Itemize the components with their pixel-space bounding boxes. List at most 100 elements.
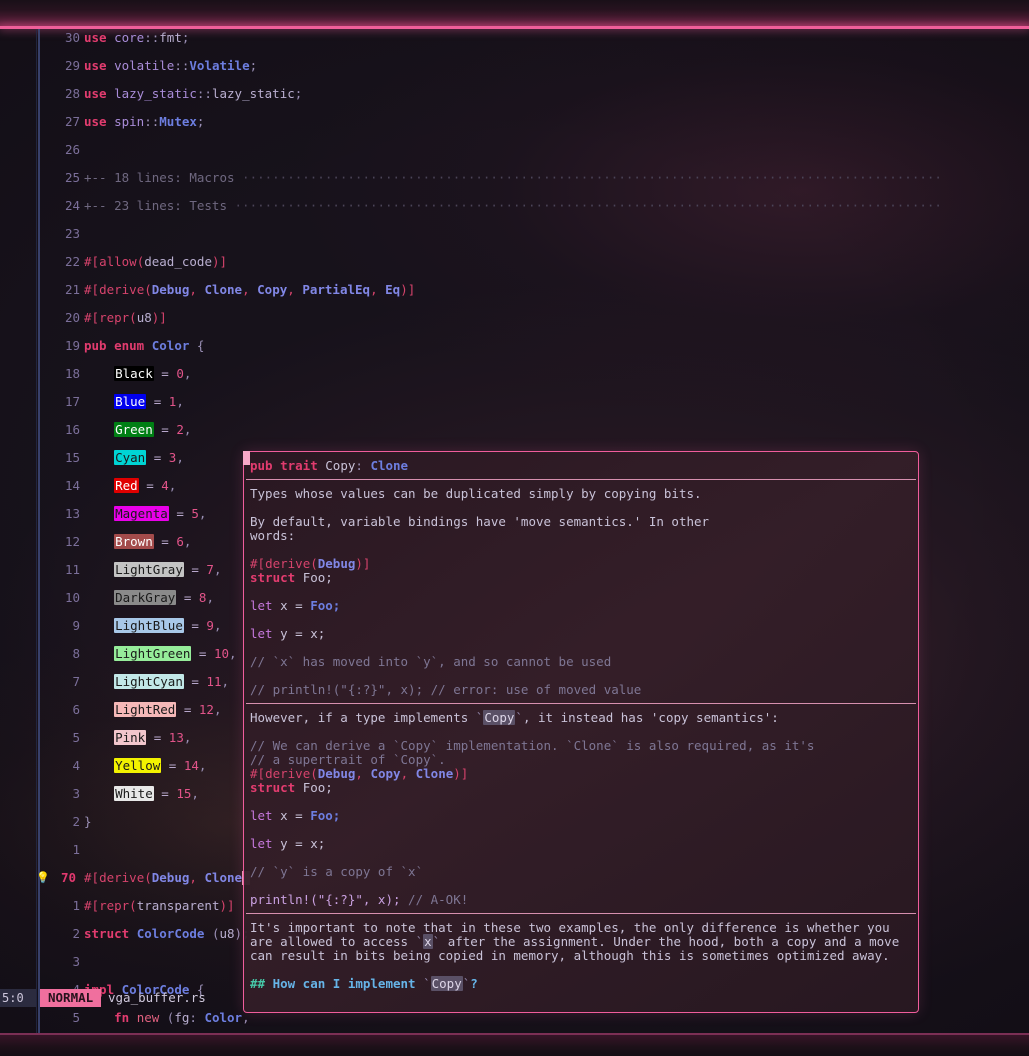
line-content: +-- 23 lines: Tests ····················…	[84, 198, 942, 213]
line-number: 1	[72, 842, 80, 857]
line-number: 11	[64, 562, 80, 577]
line-number: 19	[64, 338, 80, 353]
code-line: 24 +-- 23 lines: Tests ··················…	[0, 199, 1029, 213]
code-line: 20 #[repr(u8)]	[0, 311, 1029, 325]
doc-code-line: #[derive(Debug, Copy, Clone)]	[250, 766, 469, 781]
color-swatch: LightBlue	[114, 618, 184, 633]
line-number: 7	[72, 674, 80, 689]
window-top-fade	[0, 0, 1029, 26]
line-content: LightGray = 7,	[114, 562, 222, 577]
color-swatch: Blue	[114, 394, 147, 409]
line-number: 15	[64, 450, 80, 465]
doc-text-line: words:	[250, 528, 296, 543]
line-content: Cyan = 3,	[114, 450, 184, 465]
line-number: 27	[64, 114, 80, 129]
doc-code-line: // println!("{:?}", x); // error: use of…	[250, 682, 642, 697]
doc-code-line: // `y` is a copy of `x`	[250, 864, 424, 879]
lsp-hover-popup[interactable]: pub trait Copy: Clone Types whose values …	[243, 451, 919, 1013]
code-line: 19 pub enum Color {	[0, 339, 1029, 353]
doc-text-line: Types whose values can be duplicated sim…	[250, 486, 702, 501]
doc-code-line: println!("{:?}", x); // A-OK!	[250, 892, 469, 907]
doc-separator	[244, 697, 918, 711]
line-content: #[allow(dead_code)]	[84, 254, 228, 269]
line-content: #[derive(Debug, Clone,	[84, 870, 250, 885]
line-content: struct ColorCode (u8);	[84, 926, 250, 941]
color-swatch: Green	[114, 422, 154, 437]
color-swatch: LightCyan	[114, 674, 184, 689]
text-cursor	[243, 451, 250, 465]
code-line: 22 #[allow(dead_code)]	[0, 255, 1029, 269]
doc-text-line	[244, 963, 918, 977]
doc-separator	[244, 907, 918, 921]
line-number: 3	[72, 786, 80, 801]
line-number: 29	[64, 58, 80, 73]
line-number: 22	[64, 254, 80, 269]
line-content: use lazy_static::lazy_static;	[84, 86, 303, 101]
line-number: 24	[64, 198, 80, 213]
filename-label: vga_buffer.rs	[108, 990, 206, 1005]
line-number: 14	[64, 478, 80, 493]
code-line: 23	[0, 227, 1029, 241]
color-swatch: Cyan	[114, 450, 147, 465]
code-line: 16 Green = 2,	[0, 422, 1029, 437]
code-line: 29 use volatile::Volatile;	[0, 59, 1029, 73]
line-number: 26	[64, 142, 80, 157]
doc-code-line: let x = Foo;	[250, 598, 341, 613]
doc-text-line	[244, 613, 918, 627]
line-number: 18	[64, 366, 80, 381]
doc-code-line: // a supertrait of `Copy`.	[250, 752, 446, 767]
code-line: 26	[0, 143, 1029, 157]
doc-text-line	[244, 669, 918, 683]
line-content: Yellow = 14,	[114, 758, 207, 773]
window-bottom-fade	[0, 1035, 1029, 1056]
code-line: 21 #[derive(Debug, Clone, Copy, PartialEq…	[0, 283, 1029, 297]
statusline: 5:0 NORMAL vga_buffer.rs	[0, 989, 1029, 1007]
line-content: Red = 4,	[114, 478, 177, 493]
doc-text-line: However, if a type implements `Copy`, it…	[250, 710, 779, 725]
color-swatch: Red	[114, 478, 139, 493]
line-content: use core::fmt;	[84, 30, 190, 45]
line-content: White = 15,	[114, 786, 199, 801]
doc-text-line	[244, 851, 918, 865]
line-number: 30	[64, 30, 80, 45]
color-swatch: LightRed	[114, 702, 177, 717]
color-swatch: Pink	[114, 730, 147, 745]
doc-text-line	[244, 641, 918, 655]
doc-text-line	[244, 795, 918, 809]
line-content: fn new (fg: Color,	[114, 1010, 250, 1025]
line-number: 70	[60, 870, 76, 885]
doc-text-line: It's important to note that in these two…	[250, 920, 890, 935]
doc-text-line	[244, 725, 918, 739]
line-number: 23	[64, 226, 80, 241]
line-content: LightGreen = 10,	[114, 646, 237, 661]
line-content: pub enum Color {	[84, 338, 205, 353]
line-number: 6	[72, 702, 80, 717]
doc-signature: pub trait Copy: Clone	[250, 458, 409, 473]
line-number: 1	[72, 898, 80, 913]
line-number: 25	[64, 170, 80, 185]
doc-code-line: #[derive(Debug)]	[250, 556, 371, 571]
code-line: 25 +-- 18 lines: Macros ·················…	[0, 171, 1029, 185]
line-content: Brown = 6,	[114, 534, 192, 549]
code-line: 18 Black = 0,	[0, 366, 1029, 381]
line-number: 5	[72, 1010, 80, 1025]
neovim-window: 30 use core::fmt;29 use volatile::Volatile…	[0, 0, 1029, 1056]
doc-text-line	[244, 501, 918, 515]
doc-code-line: // We can derive a `Copy` implementation…	[250, 738, 815, 753]
doc-text-line: are allowed to access `x` after the assi…	[250, 934, 900, 949]
line-content: #[derive(Debug, Clone, Copy, PartialEq, …	[84, 282, 416, 297]
doc-text-line: can result in bits being copied in memor…	[250, 948, 890, 963]
line-content: +-- 18 lines: Macros ···················…	[84, 170, 942, 185]
doc-text-line	[244, 879, 918, 893]
color-swatch: Magenta	[114, 506, 169, 521]
line-content: #[repr(transparent)]	[84, 898, 235, 913]
line-number: 4	[72, 758, 80, 773]
doc-code-line: let y = x;	[250, 626, 326, 641]
doc-code-line: let y = x;	[250, 836, 326, 851]
color-swatch: LightGreen	[114, 646, 192, 661]
mode-indicator: NORMAL	[40, 989, 102, 1007]
code-line: 28 use lazy_static::lazy_static;	[0, 87, 1029, 101]
line-number: 16	[64, 422, 80, 437]
line-content: Black = 0,	[114, 366, 192, 381]
line-number: 12	[64, 534, 80, 549]
